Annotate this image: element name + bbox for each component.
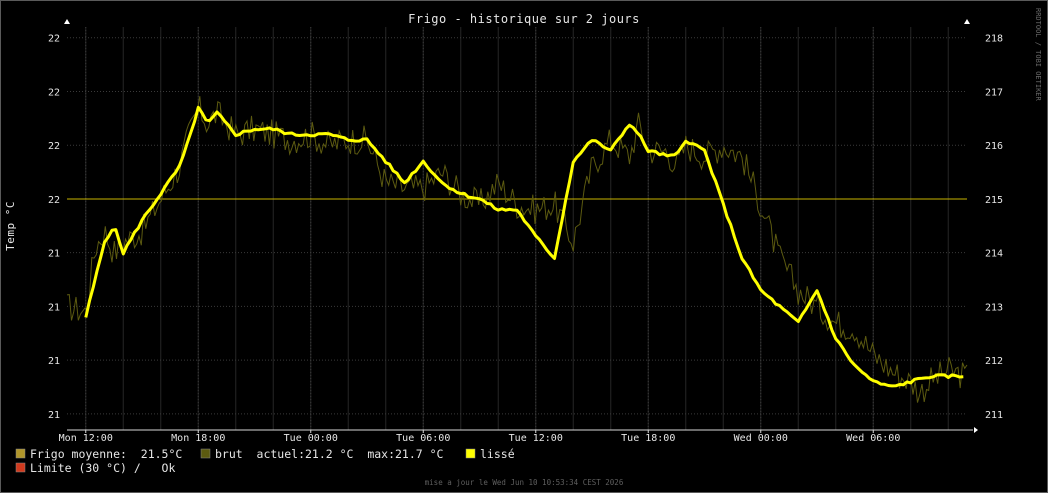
footer-update-time: mise a jour le Wed Jun 10 10:53:34 CEST …	[425, 478, 624, 487]
temperature-chart: Frigo - historique sur 2 jours RRDTOOL /…	[4, 8, 1042, 487]
series-lisse	[84, 105, 964, 388]
y-tick-label-right: 211	[985, 410, 1003, 421]
chart-title: Frigo - historique sur 2 jours	[408, 12, 640, 26]
x-tick-label: Mon 12:00	[59, 433, 113, 444]
axis-layer: Mon 12:00 Mon 18:00 Tue 00:00 Tue 06:00 Tue …	[48, 19, 1003, 444]
legend-label: lissé	[480, 447, 515, 461]
y-tick-label-left: 22	[48, 141, 60, 152]
y-tick-label-left: 21	[48, 356, 60, 367]
x-tick-label: Tue 12:00	[509, 433, 563, 444]
legend-label: brut actuel:21.2 °C max:21.7 °C	[215, 447, 444, 461]
y-tick-label-left: 22	[48, 87, 60, 98]
series-line-brut	[66, 96, 968, 403]
x-tick-label: Wed 06:00	[846, 433, 900, 444]
x-tick-label: Wed 00:00	[734, 433, 788, 444]
y-tick-label-right: 218	[985, 34, 1003, 45]
legend: Frigo moyenne: 21.5°C brut actuel:21.2 °C…	[15, 447, 515, 475]
y-tick-label-left: 21	[48, 249, 60, 260]
legend-label: Frigo moyenne: 21.5°C	[30, 447, 182, 461]
series-brut	[66, 96, 968, 403]
x-axis-arrow	[974, 427, 978, 433]
legend-label: Limite (30 °C) / Ok	[30, 461, 175, 475]
series-line-lisse	[84, 105, 964, 388]
grid-layer	[67, 27, 967, 430]
legend-swatch	[200, 448, 211, 459]
y-tick-label-right: 216	[985, 141, 1003, 152]
y-axis-arrow-left	[64, 19, 70, 24]
y-tick-label-right: 214	[985, 249, 1003, 260]
series-layer	[66, 96, 968, 403]
y-axis-arrow-right	[964, 19, 970, 24]
y-tick-label-right: 213	[985, 302, 1003, 313]
y-tick-label-left: 22	[48, 195, 60, 206]
vertical-credit-label: RRDTOOL / TOBI OETIKER	[1034, 8, 1042, 102]
y-tick-label-left: 21	[48, 302, 60, 313]
y-tick-label-right: 217	[985, 87, 1003, 98]
y-tick-label-left: 22	[48, 34, 60, 45]
y-tick-label-right: 212	[985, 356, 1003, 367]
x-tick-label: Tue 18:00	[621, 433, 675, 444]
x-tick-label: Tue 00:00	[284, 433, 338, 444]
x-tick-label: Mon 18:00	[171, 433, 225, 444]
legend-swatch	[15, 462, 26, 473]
x-tick-label: Tue 06:00	[396, 433, 450, 444]
y-tick-label-right: 215	[985, 195, 1003, 206]
y-tick-label-left: 21	[48, 410, 60, 421]
legend-swatch	[15, 448, 26, 459]
legend-swatch	[465, 448, 476, 459]
y-axis-label: Temp °C	[4, 201, 17, 251]
